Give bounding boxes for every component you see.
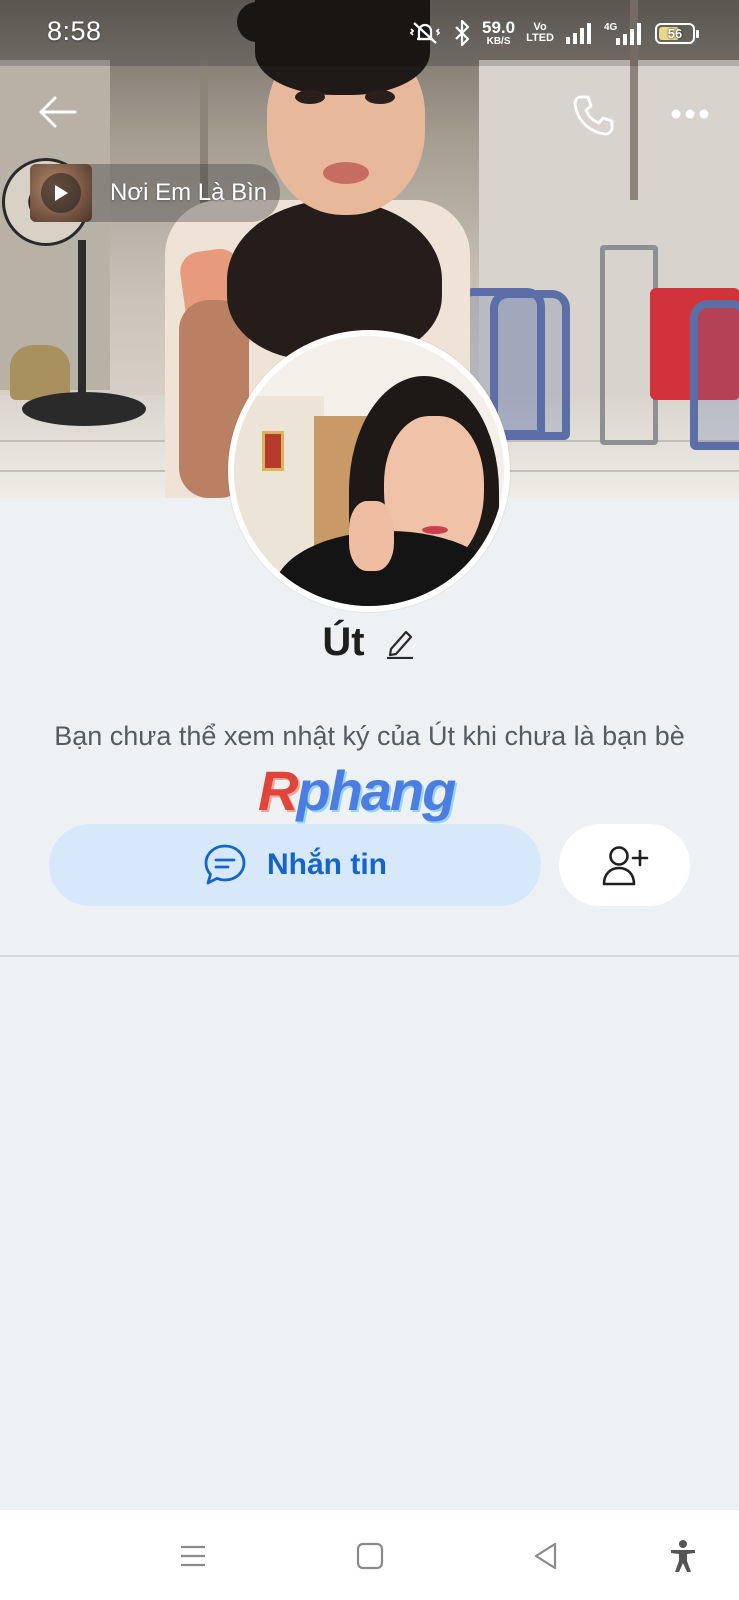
profile-name-row: Út [0,620,739,665]
privacy-note: Bạn chưa thể xem nhật ký của Út khi chưa… [54,721,685,751]
chat-bubble-icon [204,844,246,885]
network-type-label: 4G [604,22,618,33]
bluetooth-icon [453,19,471,47]
add-user-icon [602,846,648,886]
play-icon[interactable] [41,173,81,213]
back-button[interactable] [30,90,84,134]
avatar-wall-frame [262,431,284,471]
more-dots-icon [671,109,709,119]
net-speed-unit: KB/S [486,36,511,47]
battery-icon: 56 [655,22,699,44]
volte-bottom: LTED [526,32,554,44]
call-button[interactable] [566,88,620,142]
net-speed: 59.0 KB/S [482,19,515,47]
section-divider [0,955,739,957]
child-eye [365,90,395,104]
profile-music-chip[interactable]: Nơi Em Là Bìn [30,164,280,222]
profile-name: Út [322,620,365,664]
cover-chair [490,290,570,440]
child-eye [295,90,325,104]
signal-4g-icon: 4G [604,20,644,46]
more-button[interactable] [660,92,720,136]
message-button[interactable]: Nhắn tin [49,824,541,906]
accessibility-icon[interactable] [655,1528,711,1584]
avatar-lips [422,526,448,534]
system-nav-bar [0,1510,739,1600]
status-bar: 8:58 59.0 KB/S Vo LTED 4G 56 [0,0,739,66]
message-button-label: Nhắn tin [267,848,387,881]
home-square-icon[interactable] [342,1528,398,1584]
cover-fan-base [22,392,146,426]
phone-icon [573,95,614,136]
cover-fan-pole [78,240,86,400]
child-lips [323,162,369,184]
cover-broom [10,345,70,400]
music-title: Nơi Em Là Bìn [110,179,268,206]
cover-chair [690,300,739,450]
profile-avatar[interactable] [228,330,510,612]
avatar-hand [349,501,394,571]
arrow-left-icon [39,96,77,128]
volte-badge: Vo LTED [526,22,554,44]
signal-icon [565,21,593,45]
back-triangle-icon[interactable] [518,1528,574,1584]
music-thumbnail [30,164,92,222]
mute-vibrate-icon [408,19,442,47]
status-icons: 59.0 KB/S Vo LTED 4G 56 [408,14,699,52]
watermark-logo: Rphang [258,758,488,822]
watermark-rest: phang [296,758,456,822]
menu-icon[interactable] [165,1528,221,1584]
pencil-icon[interactable] [383,626,417,660]
status-time: 8:58 [47,16,102,46]
net-speed-value: 59.0 [482,18,516,37]
watermark-first-letter: R [258,758,298,822]
battery-level: 56 [667,25,683,41]
add-friend-button[interactable] [559,824,690,906]
